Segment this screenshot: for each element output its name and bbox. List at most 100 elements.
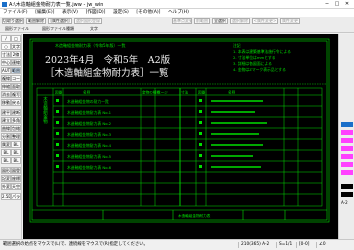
tool-move[interactable]: 移動 [1,99,11,106]
tool-curve[interactable]: 曲線 [1,125,11,132]
row-mark [56,99,59,102]
tool-continuous-line[interactable]: 連線 [11,59,21,66]
title-block-name: 木造軸組金物耐力表 [178,213,211,218]
menu-help[interactable]: ヘルプ(H) [165,9,192,17]
row-mark [199,154,202,157]
tool-block-create[interactable]: BL化 [11,141,21,148]
tool-polygon[interactable]: 多角形 [11,117,21,124]
table-row: 木造軸組金物耐力表 No.6 [67,165,112,170]
tool-stretch[interactable]: 伸縮 [1,83,11,90]
figure-file-type-label[interactable]: 図形ファイル種類 [42,26,74,32]
table-row: 木造軸組金物耐力表 No.3 [67,132,112,137]
layer-readout: [0-0] [296,242,309,248]
tool-erase[interactable]: 消去 [1,91,11,98]
title-block: 木造軸組金物耐力表 [178,213,211,218]
tool-range[interactable]: 範囲 [11,67,21,74]
small-header: 木造軸組金物耐力表（令和5年版）一覧 [55,42,126,48]
minimize-button[interactable]: ─ [322,0,332,8]
tool-copy[interactable]: 複写 [11,91,21,98]
tool-block-end[interactable]: BL終 [11,157,21,164]
tool-figure-register[interactable]: 図登 [11,167,21,174]
layer-color[interactable] [341,162,353,167]
previous-range-button[interactable]: 前範囲 [194,18,210,24]
column-header: ページ [157,91,168,95]
menu-view[interactable]: 表示(V) [59,9,81,17]
tool-text[interactable]: 文字 [11,43,21,50]
window-title: A:\木造軸組金物耐力表一覧.jww - jw_win [9,2,104,8]
tool-figure[interactable]: 図形 [1,167,11,174]
layer-color[interactable] [341,154,353,159]
row-mark [199,110,202,113]
maximize-button[interactable]: □ [332,0,342,8]
note-line: 4. 金物はZマーク表示品とする [233,67,286,72]
tool-block-edit[interactable]: BL編 [1,157,11,164]
selection-toolbar: 切取り選択 範囲解除 [属性選択] 選択図形登録 基準点変更 前範囲 全選択 選… [0,17,354,25]
tool-2-5d[interactable]: 2.5D [1,193,11,200]
tool-building-elevation[interactable]: 建立 [1,117,11,124]
note-line: 1. 本表は建築基準法施行令による [233,49,291,54]
tool-block-explode[interactable]: BL解 [1,149,11,156]
tool-external-change[interactable]: 外変 [1,183,11,190]
scale-readout: S=1/1 [276,242,292,248]
attribute-change-bracket-button[interactable]: <属性変更> [252,18,278,24]
tool-double-line[interactable]: 2線 [11,51,21,58]
layer-color[interactable] [341,170,353,175]
left-tool-palette: /□ ○文字 寸法2線 中心線連線 AUTO範囲 複線コーナー 伸縮面取 消去複… [0,34,22,239]
layer-selected[interactable] [341,122,353,127]
layer-color[interactable] [341,146,353,151]
attribute-change-button[interactable]: 属性変更 [280,18,300,24]
close-button[interactable]: ✕ [342,0,352,8]
tool-corner[interactable]: コーナー [11,75,21,82]
column-header: 寸法 [181,90,189,95]
range-clear-button[interactable]: 範囲解除 [26,18,46,24]
tool-circle[interactable]: ○ [1,43,11,50]
side-label: 木造軸組金物 [43,95,48,125]
tool-building-plan[interactable]: 建平 [1,109,11,116]
figure-file-label[interactable]: 図形ファイル [5,26,29,32]
tool-undo[interactable]: 戻る [11,99,21,106]
drawing-title-heading: ［木造軸組金物耐力表］一覧 [45,67,169,79]
menu-settings[interactable]: 設定(S) [110,9,132,17]
tool-sky-factor[interactable]: 天空 [11,183,21,190]
layer-preview [341,192,353,197]
tool-chamfer[interactable]: 面取 [11,83,21,90]
column-header: 名称 [83,90,91,95]
drawing-sheet: 木造軸組金物耐力表（令和5年版）一覧 2023年4月 令和5年 A2版 ［木造軸… [29,38,330,223]
menu-edit[interactable]: [編集(E)] [32,9,57,17]
figure-toolbar: 図形ファイル 図形ファイル種類 文字 [0,25,354,33]
deselect-button[interactable]: 選択解除 [230,18,250,24]
row-mark [199,132,202,135]
tool-divide[interactable]: 分割 [1,133,11,140]
tool-offset[interactable]: 複線 [1,75,11,82]
column-header: 図番 [55,90,63,95]
tool-line[interactable]: / [1,35,11,42]
layer-color[interactable] [341,130,353,135]
row-mark [199,121,202,124]
tool-building-section[interactable]: 建断 [11,109,21,116]
base-point-button[interactable]: 基準点変更 [172,18,192,24]
layer-color[interactable] [341,138,353,143]
tool-coordinate[interactable]: 座標 [11,175,21,182]
row-mark [199,99,202,102]
attribute-select-button[interactable]: [属性選択] [48,18,72,24]
tool-attribute-change[interactable]: 属変 [1,141,11,148]
drawing-canvas[interactable]: 木造軸組金物耐力表（令和5年版）一覧 2023年4月 令和5年 A2版 ［木造軸… [23,34,338,239]
register-figure-button[interactable]: 選択図形登録 [74,18,102,24]
tool-center-line[interactable]: 中心線 [1,59,11,66]
tool-dimension[interactable]: 寸法 [1,51,11,58]
cut-select-button[interactable]: 切取り選択 [2,18,24,24]
menu-file[interactable]: ファイル(F) [0,9,31,17]
right-column-entries [211,100,267,168]
menu-other[interactable]: [その他(A)] [133,9,163,17]
select-all-button[interactable]: 全選択 [212,18,228,24]
tool-symbol-change[interactable]: 記変 [1,175,11,182]
tool-parametric[interactable]: パラメ [11,193,21,200]
menu-draw[interactable]: [作図(D)] [83,9,109,17]
column-header: 名称 [228,90,236,95]
tool-cleanup[interactable]: 整理 [11,133,21,140]
tool-auto[interactable]: AUTO [1,67,11,74]
text-label[interactable]: 文字 [90,26,98,32]
tool-rectangle[interactable]: □ [11,35,21,42]
tool-block-attribute[interactable]: BL属 [11,149,21,156]
tool-envelope[interactable]: 包絡 [11,125,21,132]
